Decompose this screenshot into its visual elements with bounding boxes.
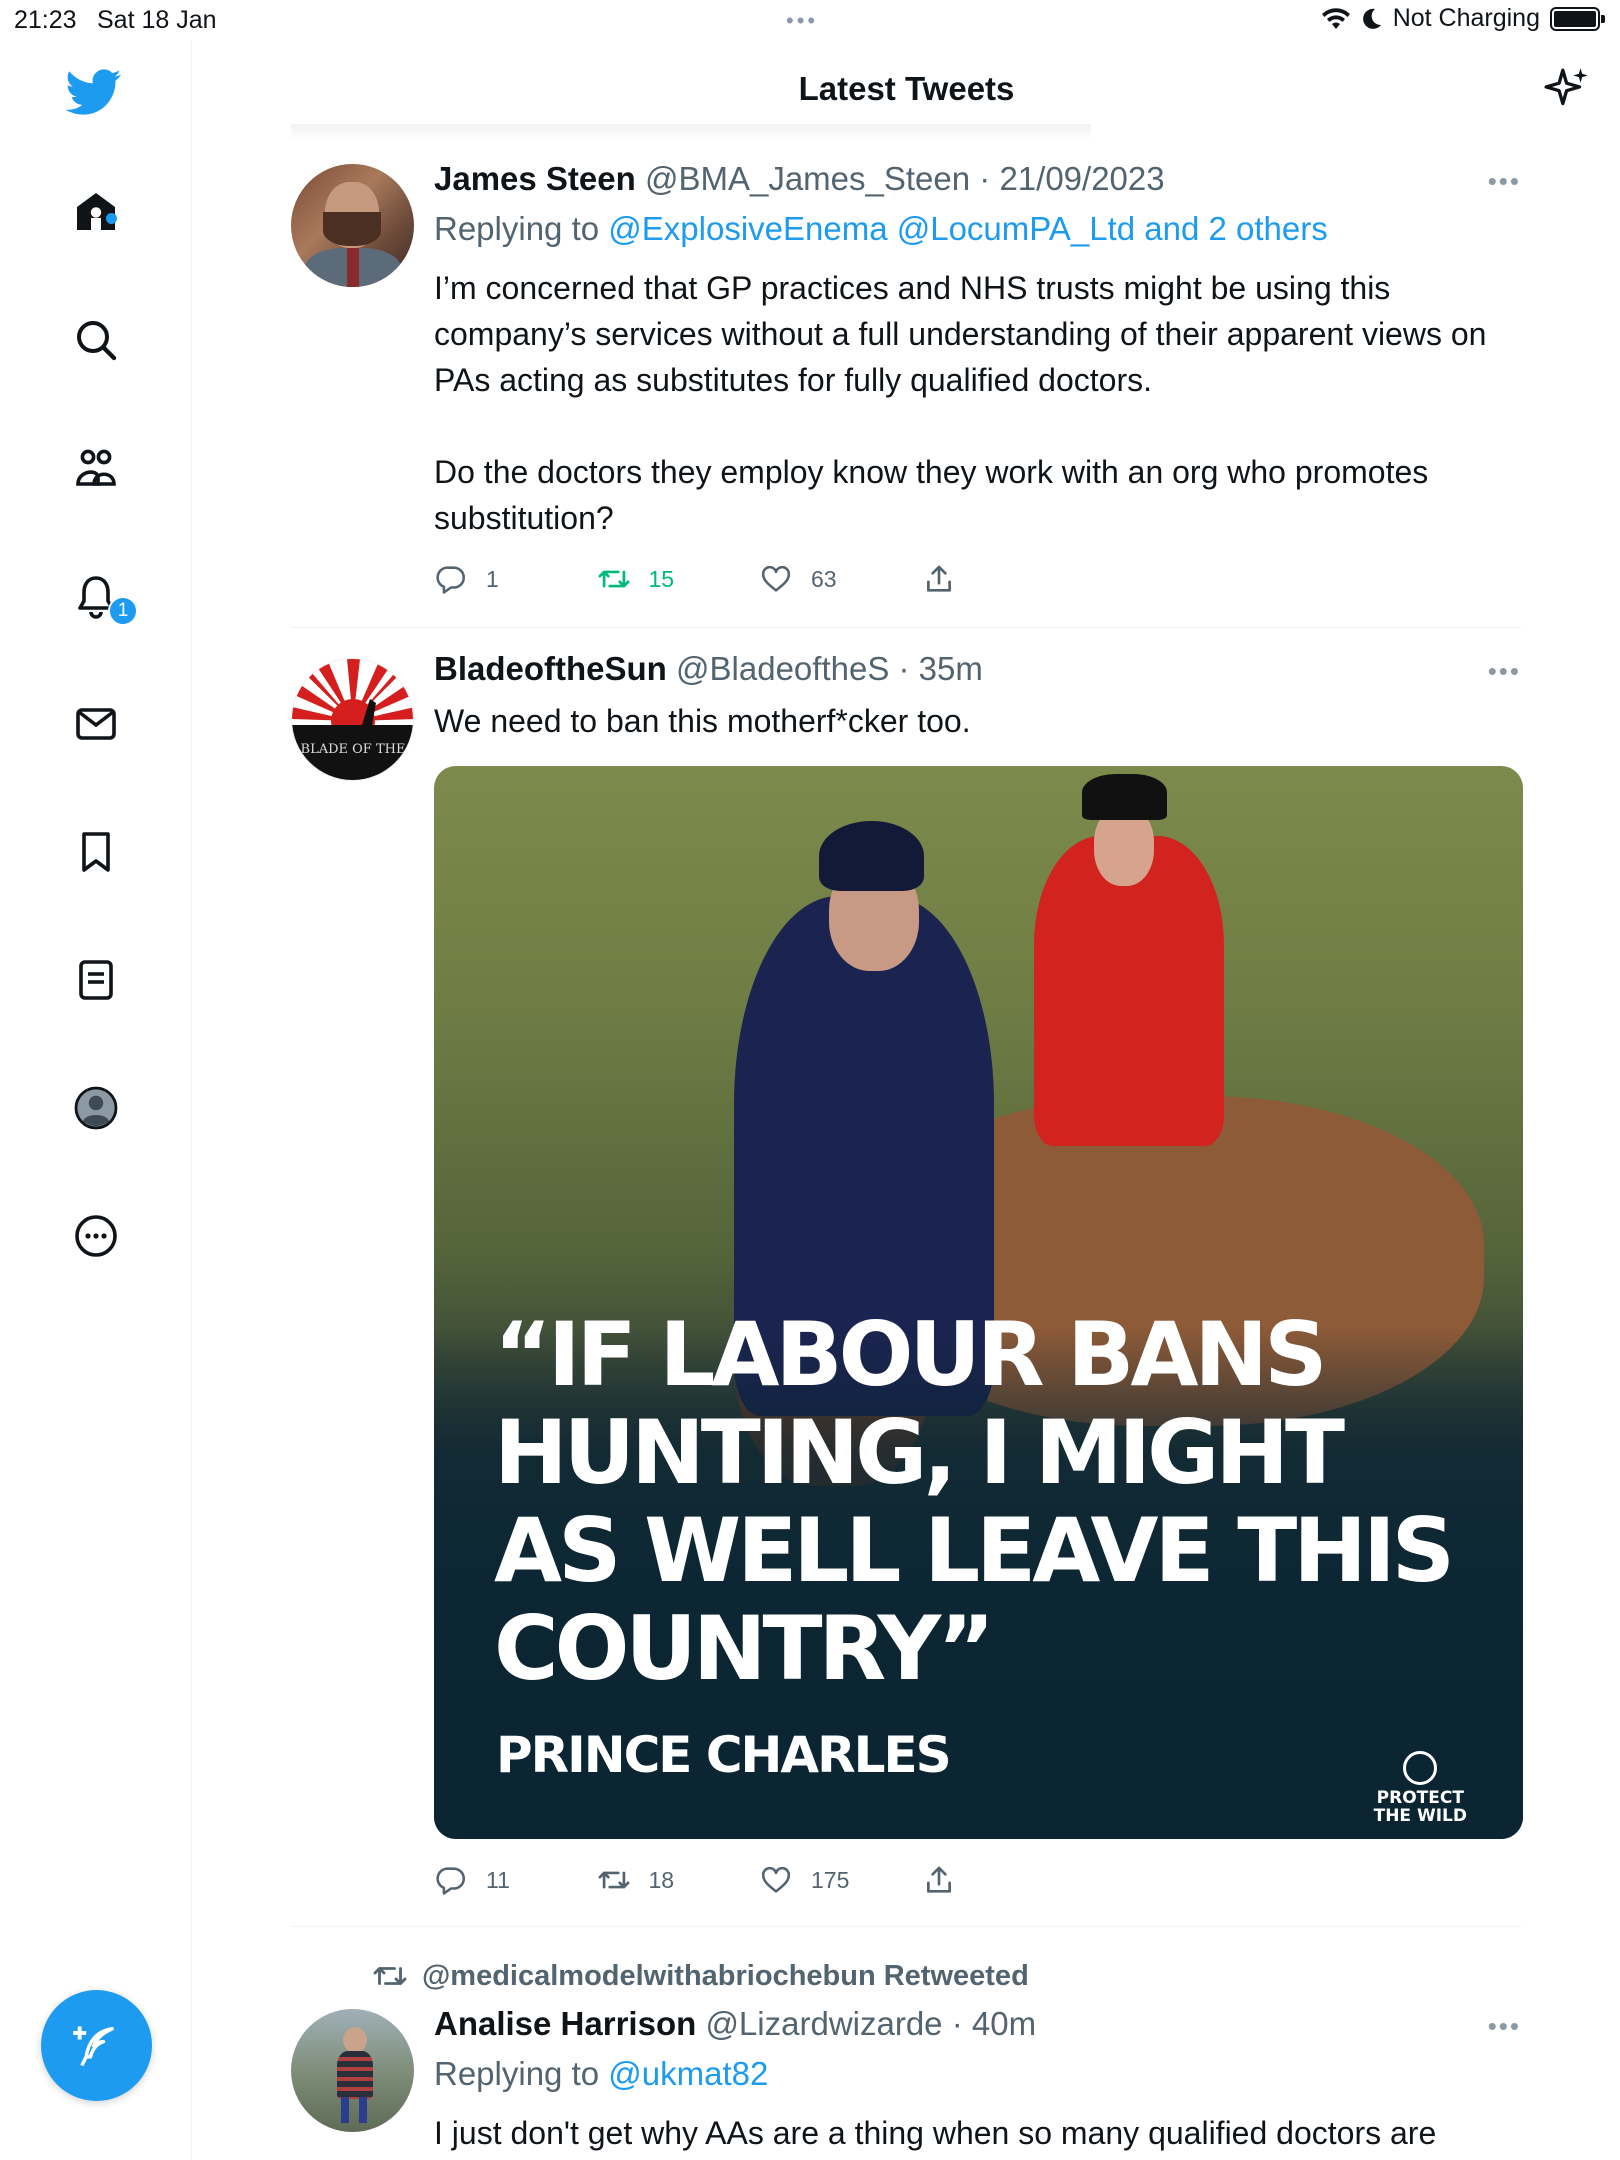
heart-icon [761, 1866, 791, 1893]
author-handle[interactable]: @BladeoftheS [676, 650, 889, 687]
communities-icon[interactable] [66, 438, 126, 498]
tweet-paragraph: Do the doctors they employ know they wor… [434, 454, 1429, 536]
logo-emblem-icon [1403, 1751, 1438, 1785]
rising-sun-emblem: BLADE OF THE [292, 659, 413, 780]
tweet-timestamp[interactable]: 21/09/2023 [999, 160, 1164, 197]
retweet-icon [597, 570, 630, 588]
home-icon[interactable] [66, 182, 126, 242]
author-name[interactable]: Analise Harrison [434, 2005, 696, 2042]
replying-to: Replying to @ExplosiveEnema @LocumPA_Ltd… [434, 210, 1328, 248]
replying-label: Replying to [434, 210, 609, 247]
compose-tweet-icon [72, 2026, 114, 2066]
more-options-icon[interactable]: ••• [1488, 166, 1521, 197]
status-bar: 21:23 Sat 18 Jan ••• Not Charging [0, 0, 1620, 40]
bookmarks-icon[interactable] [66, 822, 126, 882]
share-icon [926, 1866, 951, 1893]
like-button[interactable]: 175 [759, 1863, 922, 1897]
messages-icon[interactable] [66, 694, 126, 754]
media-quote-text: “IF LABOUR BANS HUNTING, I MIGHT AS WELL… [494, 1303, 1455, 1700]
status-date: Sat 18 Jan [97, 6, 217, 34]
reply-button[interactable]: 11 [434, 1863, 597, 1897]
avatar[interactable] [291, 164, 414, 287]
avatar-text: BLADE OF THE [301, 742, 406, 757]
reply-button[interactable]: 1 [434, 562, 597, 596]
retweeted-by: @medicalmodelwithabriochebun Retweeted [372, 1958, 1029, 1994]
wifi-icon [1321, 7, 1350, 29]
author-handle[interactable]: @BMA_James_Steen [645, 160, 970, 197]
logo-line: THE WILD [1373, 1806, 1467, 1826]
author-handle[interactable]: @Lizardwizarde [705, 2005, 942, 2042]
retweet-button[interactable]: 18 [597, 1863, 760, 1897]
reply-icon [436, 566, 466, 594]
retweet-count: 18 [648, 1866, 675, 1893]
media-attribution: PRINCE CHARLES [496, 1726, 952, 1784]
tweet-text: I just don't get why AAs are a thing whe… [434, 2115, 1437, 2151]
more-options-icon[interactable]: ••• [1488, 2011, 1521, 2042]
tweet[interactable]: James Steen @BMA_James_Steen · 21/09/202… [291, 160, 1521, 630]
media-rider-hat [1082, 774, 1167, 820]
compose-tweet-button[interactable] [41, 1990, 152, 2101]
retweet-button[interactable]: 15 [597, 562, 760, 596]
tweet[interactable]: BLADE OF THE BladeoftheSun @BladeoftheS … [291, 650, 1523, 1920]
reply-icon [436, 1867, 466, 1895]
profile-icon[interactable] [66, 1078, 126, 1138]
reply-count: 1 [486, 565, 499, 592]
retweet-icon [373, 1967, 407, 1985]
like-count: 63 [811, 565, 837, 592]
replying-label: Replying to [434, 2055, 609, 2092]
sparkle-icon[interactable] [1542, 64, 1592, 114]
logo-line: PROTECT [1376, 1788, 1464, 1808]
reply-count: 11 [486, 1866, 510, 1893]
page-title: Latest Tweets [798, 70, 1015, 107]
search-icon[interactable] [66, 310, 126, 370]
share-button[interactable] [922, 562, 1085, 596]
avatar[interactable] [291, 2009, 414, 2132]
more-options-icon[interactable]: ••• [1488, 656, 1521, 687]
home-unread-dot [106, 213, 117, 224]
replying-to-users[interactable]: @ukmat82 [608, 2055, 768, 2092]
avatar[interactable]: BLADE OF THE [291, 658, 414, 781]
meta-separator: · [942, 2005, 972, 2042]
retweeted-by-label[interactable]: @medicalmodelwithabriochebun Retweeted [422, 1960, 1029, 1993]
tweet-actions: 11 18 175 [434, 1863, 1084, 1897]
share-icon [926, 565, 951, 592]
tweet-text: We need to ban this motherf*cker too. [434, 703, 971, 739]
tweet-paragraph: I’m concerned that GP practices and NHS … [434, 270, 1487, 398]
twitter-logo-icon[interactable] [65, 64, 126, 124]
media-rider-cap [819, 821, 924, 891]
author-name[interactable]: James Steen [434, 160, 636, 197]
battery-icon [1550, 6, 1605, 31]
meta-separator: · [970, 160, 1000, 197]
tweet-timestamp[interactable]: 40m [972, 2005, 1036, 2042]
share-button[interactable] [922, 1863, 1085, 1897]
notifications-badge: 1 [108, 596, 138, 626]
sidebar: 1 [0, 40, 192, 2160]
lists-icon[interactable] [66, 950, 126, 1010]
more-icon[interactable] [66, 1206, 126, 1266]
like-count: 175 [811, 1866, 850, 1893]
retweet-count: 15 [648, 565, 675, 592]
tweet[interactable]: Analise Harrison @Lizardwizarde · 40m ••… [291, 2005, 1521, 2160]
moon-icon [1362, 8, 1381, 29]
status-indicators: Not Charging [1321, 4, 1605, 33]
author-name[interactable]: BladeoftheSun [434, 650, 667, 687]
tweet-divider [291, 1926, 1521, 1927]
charging-status: Not Charging [1392, 4, 1540, 32]
tweet-actions: 1 15 63 [434, 562, 1084, 596]
status-time: 21:23 [14, 6, 77, 34]
like-button[interactable]: 63 [759, 562, 922, 596]
tweet-timestamp[interactable]: 35m [919, 650, 983, 687]
multitasking-dots[interactable]: ••• [786, 8, 818, 34]
meta-separator: · [889, 650, 919, 687]
tweet-text: I’m concerned that GP practices and NHS … [434, 265, 1524, 541]
scrolled-content-edge [291, 124, 1091, 140]
replying-to: Replying to @ukmat82 [434, 2055, 768, 2093]
protect-the-wild-logo: PROTECT THE WILD [1374, 1751, 1467, 1825]
tweet-media-image[interactable]: “IF LABOUR BANS HUNTING, I MIGHT AS WELL… [434, 766, 1523, 1839]
heart-icon [761, 565, 791, 592]
retweet-icon [597, 1871, 630, 1889]
tweet-divider [291, 627, 1521, 628]
replying-to-users[interactable]: @ExplosiveEnema @LocumPA_Ltd and 2 other… [608, 210, 1327, 247]
